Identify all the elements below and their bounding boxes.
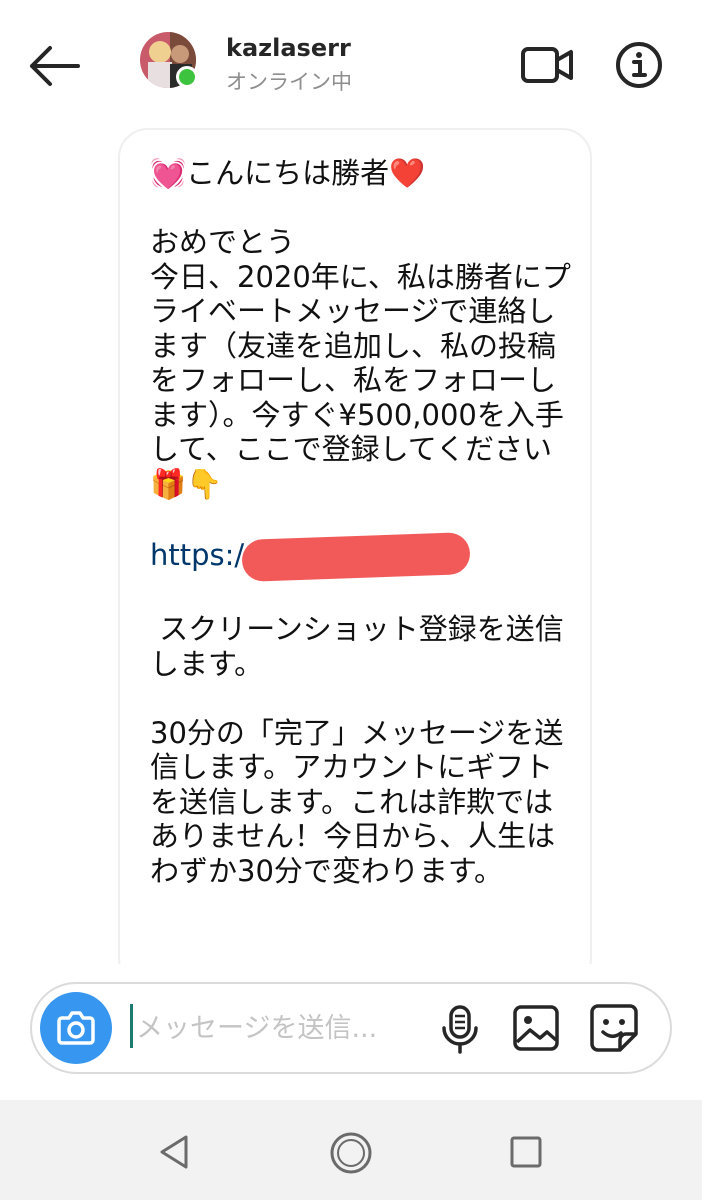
message-bubble[interactable]: 💓こんにちは勝者❤️ おめでとう 今日、2020年に、私は勝者にプライベートメッ…: [118, 128, 592, 988]
system-home-button[interactable]: [328, 1130, 374, 1176]
text-caret: [130, 1004, 133, 1048]
video-camera-icon: [521, 47, 573, 83]
info-icon: [616, 42, 662, 88]
image-icon: [513, 1005, 559, 1051]
nav-home-circle-icon: [330, 1132, 372, 1174]
sticker-button[interactable]: [588, 1002, 640, 1054]
chat-header: kazlaserr オンライン中: [0, 0, 702, 120]
online-status-text: オンライン中: [226, 70, 352, 94]
username[interactable]: kazlaserr: [226, 34, 351, 62]
message-text: 💓こんにちは勝者❤️ おめでとう 今日、2020年に、私は勝者にプライベートメッ…: [150, 156, 580, 888]
gallery-button[interactable]: [512, 1004, 560, 1052]
message-greeting: 💓こんにちは勝者❤️: [150, 156, 426, 190]
arrow-left-icon: [30, 46, 80, 86]
camera-icon: [57, 1011, 95, 1045]
video-call-button[interactable]: [520, 44, 574, 86]
online-status-dot: [176, 66, 198, 88]
microphone-icon: [442, 1005, 478, 1054]
message-body-2: スクリーンショット登録を送信します。: [150, 612, 564, 681]
info-button[interactable]: [614, 40, 664, 90]
redaction-mark: [241, 531, 471, 582]
back-button[interactable]: [28, 44, 84, 88]
message-input[interactable]: [136, 1006, 416, 1050]
message-link[interactable]: https:/: [150, 538, 244, 572]
message-link-line: https:/: [150, 531, 471, 582]
camera-button[interactable]: [40, 992, 112, 1064]
nav-recents-square-icon: [510, 1136, 542, 1168]
nav-back-triangle-icon: [160, 1135, 188, 1169]
voice-message-button[interactable]: [440, 1004, 480, 1054]
message-body-3: 30分の「完了」メッセージを送信します。アカウントにギフトを送信します。これは詐…: [150, 715, 564, 888]
system-recents-button[interactable]: [508, 1134, 544, 1170]
sticker-icon: [590, 1004, 638, 1052]
system-back-button[interactable]: [154, 1132, 194, 1172]
message-body-1: おめでとう 今日、2020年に、私は勝者にプライベートメッセージで連絡します（友…: [150, 225, 571, 501]
